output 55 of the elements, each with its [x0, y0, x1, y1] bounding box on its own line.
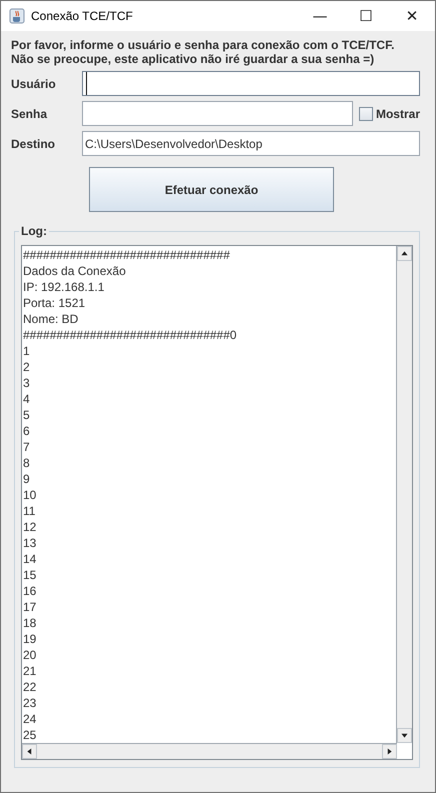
log-line: 12 [23, 519, 38, 535]
log-line: 4 [23, 391, 31, 407]
horizontal-scrollbar[interactable] [22, 743, 397, 759]
minimize-button[interactable]: — [297, 1, 343, 31]
log-line: 2 [23, 359, 31, 375]
connect-button[interactable]: Efetuar conexão [89, 167, 334, 212]
field-label: Destino [11, 136, 56, 150]
log-label: Log: [19, 224, 49, 238]
field-label: Senha [11, 106, 48, 120]
log-line: 3 [23, 375, 31, 391]
log-line: 8 [23, 455, 31, 471]
log-line: 18 [23, 615, 38, 631]
log-line: Nome: BD [23, 311, 80, 327]
log-line: 7 [23, 439, 31, 455]
log-line: 5 [23, 407, 31, 423]
log-line: 23 [23, 695, 38, 711]
window-title: Conexão TCE/TCF [31, 9, 134, 23]
password-field[interactable] [82, 101, 353, 126]
log-line: 6 [23, 423, 31, 439]
input-field[interactable]: C:\Users\Desenvolvedor\Desktop [82, 131, 420, 156]
log-line: IP: 192.168.1.1 [23, 279, 106, 295]
log-line: 11 [23, 503, 36, 519]
log-line: 21 [23, 663, 38, 679]
checkbox[interactable] [358, 106, 373, 120]
log-line: 10 [23, 487, 38, 503]
input-field[interactable] [82, 71, 420, 96]
log-line: ############################### [23, 247, 231, 263]
scroll-right-icon[interactable] [382, 744, 397, 759]
log-line: 20 [23, 647, 38, 663]
checkbox-label[interactable]: Mostrar [376, 106, 420, 120]
scroll-left-icon[interactable] [22, 744, 37, 759]
log-text-area[interactable]: ############################### Dados da Conexão IP: 192.168.1.1 Porta: 1521 Nome: BD ###############################0 1 2 3 4 5 6 7 8 9 10 11 12 13 14 15 16 17 18 19 20 21 22 23 24 25 [21, 245, 413, 760]
log-line: 22 [23, 679, 38, 695]
log-line: 16 [23, 583, 38, 599]
log-line: 25 [23, 727, 38, 743]
log-line: 1 [23, 343, 31, 359]
maximize-button[interactable]: ☐ [343, 1, 389, 31]
log-line: 24 [23, 711, 38, 727]
close-button[interactable]: ✕ [389, 1, 435, 31]
instruction-text: Não se preocupe, este aplicativo não iré guardar a sua senha =) [11, 52, 376, 66]
scroll-up-icon[interactable] [397, 246, 412, 261]
log-line: 13 [23, 535, 38, 551]
coffee-cup-icon [9, 8, 25, 24]
instruction-text: Por favor, informe o usuário e senha para conexão com o TCE/TCF. [11, 38, 396, 52]
log-line: 9 [23, 471, 31, 487]
vertical-scrollbar[interactable] [396, 246, 412, 743]
log-line: 14 [23, 551, 38, 567]
field-label: Usuário [11, 76, 57, 90]
scroll-down-icon[interactable] [397, 728, 412, 743]
log-line: ###############################0 [23, 327, 238, 343]
log-line: Dados da Conexão [23, 263, 127, 279]
log-line: 19 [23, 631, 38, 647]
log-line: Porta: 1521 [23, 295, 86, 311]
log-line: 17 [23, 599, 38, 615]
log-line: 15 [23, 567, 38, 583]
